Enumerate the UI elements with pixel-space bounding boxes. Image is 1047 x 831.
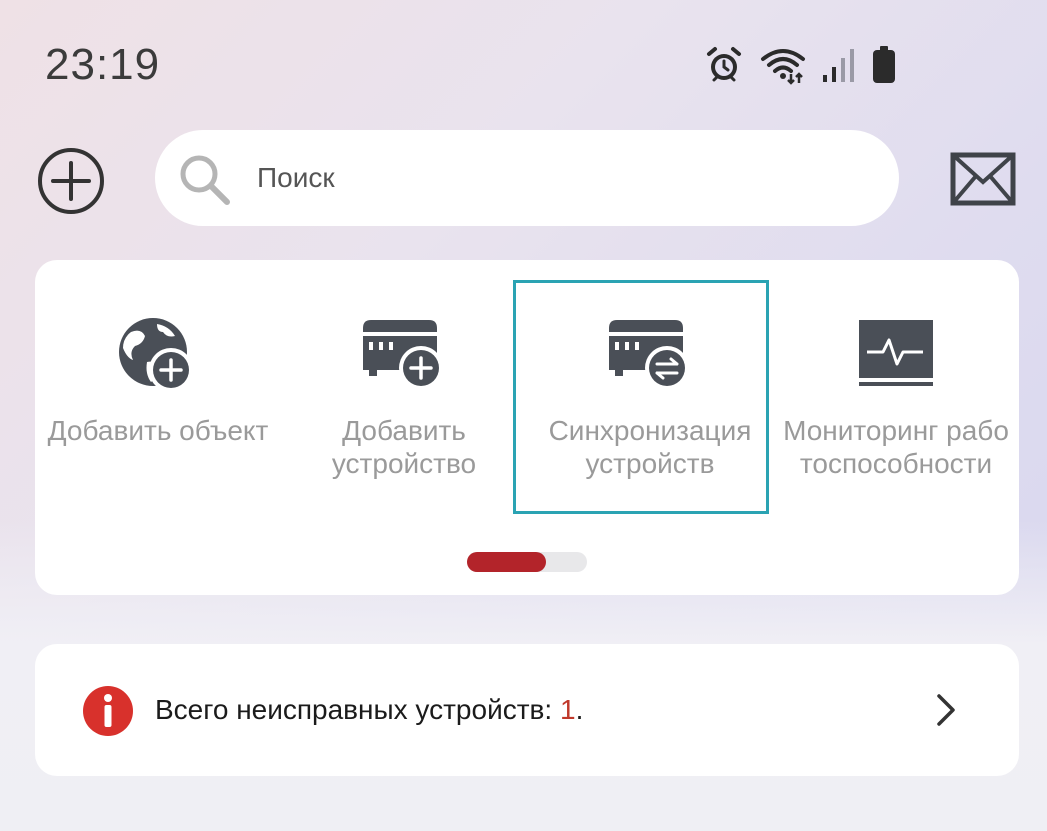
info-icon [83,686,133,736]
device-add-icon [363,320,443,390]
monitor-health-icon [859,320,933,386]
faulty-devices-card[interactable]: Всего неисправных устройств: 1. [35,644,1019,776]
wifi-icon [761,49,805,85]
plus-circle-icon [38,148,104,214]
signal-icon [823,49,854,82]
alarm-icon [707,47,741,82]
faulty-devices-summary: Всего неисправных устройств: 1. [155,644,583,776]
mail-button[interactable] [950,152,1016,206]
page-indicator [467,552,587,572]
add-device-action[interactable]: Добавить устройство [281,260,527,595]
status-time: 23:19 [45,40,161,89]
add-object-action[interactable]: Добавить объект [35,260,281,595]
search-icon [180,155,230,205]
search-bar[interactable] [155,130,899,226]
add-button[interactable] [37,147,105,215]
action-label: Добавить объект [47,415,269,446]
faulty-devices-suffix: . [575,694,584,725]
search-input[interactable] [257,130,857,226]
action-label: Мониторинг рабо тоспособности [783,415,1009,479]
chevron-right-icon[interactable] [931,690,961,730]
quick-actions-card: Добавить объект Добавить устройство Синх… [35,260,1019,595]
sync-devices-action[interactable]: Синхронизация устройств [527,260,773,595]
action-label: Синхронизация устройств [548,415,752,479]
mail-icon [950,152,1016,206]
faulty-devices-label: Всего неисправных устройств: [155,694,560,725]
status-icons [704,44,896,86]
battery-icon [873,46,895,83]
page-indicator-progress [467,552,547,572]
faulty-devices-count: 1 [559,694,576,725]
device-sync-icon [609,320,689,390]
globe-add-icon [119,318,193,392]
health-monitoring-action[interactable]: Мониторинг рабо тоспособности [773,260,1019,595]
action-label: Добавить устройство [331,415,477,479]
